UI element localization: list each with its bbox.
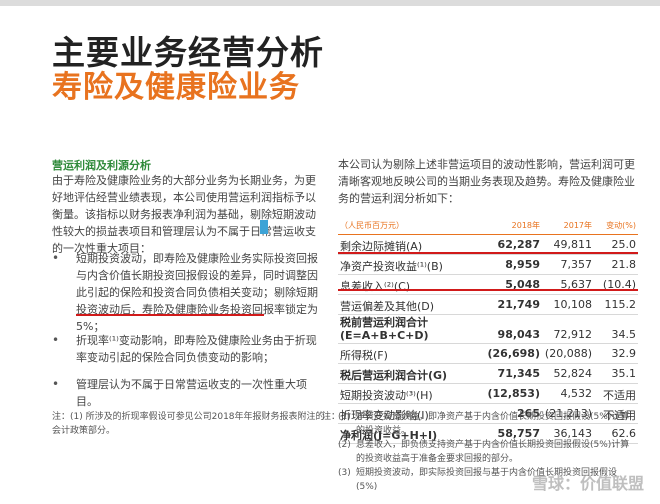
bullet-item: • 管理层认为不属于日常营运收支的一次性重大项目。 bbox=[52, 376, 327, 410]
table-row: 短期投资波动⁽³⁾(H) (12,853) 4,532 不适用 bbox=[338, 384, 638, 404]
right-intro-paragraph: 本公司认为剔除上述非营运项目的波动性影响，营运利润可更清晰客观地反映公司的当期业… bbox=[338, 158, 635, 205]
row-2017: 72,912 bbox=[553, 328, 593, 341]
row-label: 税前营运利润合计 (E=A+B+C+D) bbox=[340, 316, 429, 342]
row-2017: 10,108 bbox=[553, 298, 593, 311]
row-change: 不适用 bbox=[603, 389, 636, 402]
row-2018: 98,043 bbox=[497, 328, 540, 341]
bullet-text: 折现率⁽¹⁾变动影响，即寿险及健康险业务由于折现率变动引起的保险合同负债变动的影… bbox=[76, 334, 317, 364]
row-label: 息差收入⁽²⁾(C) bbox=[340, 280, 411, 293]
row-change: 25.0 bbox=[611, 238, 637, 251]
row-label: 所得税(F) bbox=[340, 349, 388, 362]
table-row: 净资产投资收益⁽¹⁾(B) 8,959 7,357 21.8 bbox=[338, 255, 638, 275]
footnote-number: (3) bbox=[338, 468, 351, 478]
row-change: 34.5 bbox=[611, 328, 637, 341]
text-cursor-marker bbox=[260, 220, 268, 234]
row-change: 115.2 bbox=[604, 298, 637, 311]
row-label: 税后营运利润合计(G) bbox=[340, 369, 448, 382]
red-underline bbox=[338, 252, 638, 254]
row-2018: 71,345 bbox=[497, 367, 540, 380]
page-subtitle: 寿险及健康险业务 bbox=[52, 70, 300, 105]
header-2017: 2017年 bbox=[563, 221, 592, 230]
row-label: 短期投资波动⁽³⁾(H) bbox=[340, 389, 433, 402]
bullet-dot: • bbox=[52, 333, 60, 347]
header-unit: （人民币百万元） bbox=[340, 221, 404, 230]
left-intro-paragraph: 由于寿险及健康险业务的大部分业务为长期业务，为更好地评估经营业绩表现，本公司使用… bbox=[52, 174, 316, 255]
row-change: 35.1 bbox=[611, 367, 637, 380]
red-underline bbox=[338, 289, 638, 291]
bullet-item: • 折现率⁽¹⁾变动影响，即寿险及健康险业务由于折现率变动引起的保险合同负债变动… bbox=[52, 332, 327, 366]
footnote-item: 注： (1) 净资产投资收益，即净资产基于内含价值长期投资回报假设(5%)计算的… bbox=[322, 410, 638, 438]
section-heading: 营运利润及利源分析 bbox=[52, 159, 151, 172]
bullet-dot: • bbox=[52, 377, 60, 391]
row-2018: 8,959 bbox=[505, 258, 540, 271]
row-2017: (20,088) bbox=[544, 347, 592, 360]
watermark: 雪球：价值联盟 bbox=[531, 474, 644, 493]
table-row: 所得税(F) (26,698) (20,088) 32.9 bbox=[338, 344, 638, 364]
row-label: 净资产投资收益⁽¹⁾(B) bbox=[340, 260, 443, 273]
table-row: 息差收入⁽²⁾(C) 5,048 5,637 (10.4) bbox=[338, 275, 638, 295]
row-2017: 52,824 bbox=[553, 367, 593, 380]
bullet-text: 短期投资波动，即寿险及健康险业务实际投资回报与内含价值长期投资回报假设的差异，同… bbox=[76, 252, 318, 333]
footnote-number: (2) bbox=[338, 440, 351, 450]
red-underline bbox=[76, 314, 264, 316]
row-change: 21.8 bbox=[611, 258, 637, 271]
table-header: （人民币百万元） 2018年 2017年 变动(%) bbox=[338, 214, 638, 235]
row-2018: (12,853) bbox=[487, 387, 540, 400]
row-label: 营运偏差及其他(D) bbox=[340, 300, 435, 313]
row-2018: (26,698) bbox=[487, 347, 540, 360]
row-2018: 62,287 bbox=[497, 238, 540, 251]
footnote-number: (1) bbox=[338, 412, 351, 422]
header-2018: 2018年 bbox=[511, 221, 540, 230]
footnote-text: 息差收入，即负债支持资产基于内含价值长期投资回报假设(5%)计算的投资收益高于准… bbox=[356, 440, 630, 464]
table-row: 税前营运利润合计 (E=A+B+C+D) 98,043 72,912 34.5 bbox=[338, 315, 638, 344]
row-2018: 21,749 bbox=[497, 298, 540, 311]
row-2017: 7,357 bbox=[560, 258, 593, 271]
footnote-text: 净资产投资收益，即净资产基于内含价值长期投资回报假设(5%)计算的投资收益。 bbox=[356, 412, 630, 436]
table-row: 营运偏差及其他(D) 21,749 10,108 115.2 bbox=[338, 295, 638, 315]
bullet-item: • 短期投资波动，即寿险及健康险业务实际投资回报与内含价值长期投资回报假设的差异… bbox=[52, 250, 327, 335]
left-footnote: 注：(1) 所涉及的折现率假设可参见公司2018年年报财务报表附注的会计政策部分… bbox=[52, 412, 325, 436]
bullet-text: 管理层认为不属于日常营运收支的一次性重大项目。 bbox=[76, 378, 307, 408]
top-bar bbox=[0, 0, 660, 6]
row-2017: 49,811 bbox=[553, 238, 593, 251]
bullet-dot: • bbox=[52, 251, 60, 265]
header-change: 变动(%) bbox=[606, 221, 636, 230]
row-2017: 4,532 bbox=[560, 387, 593, 400]
table-row: 税后营运利润合计(G) 71,345 52,824 35.1 bbox=[338, 364, 638, 384]
footnote-item: (2) 息差收入，即负债支持资产基于内含价值长期投资回报假设(5%)计算的投资收… bbox=[338, 438, 638, 466]
row-change: 32.9 bbox=[611, 347, 637, 360]
